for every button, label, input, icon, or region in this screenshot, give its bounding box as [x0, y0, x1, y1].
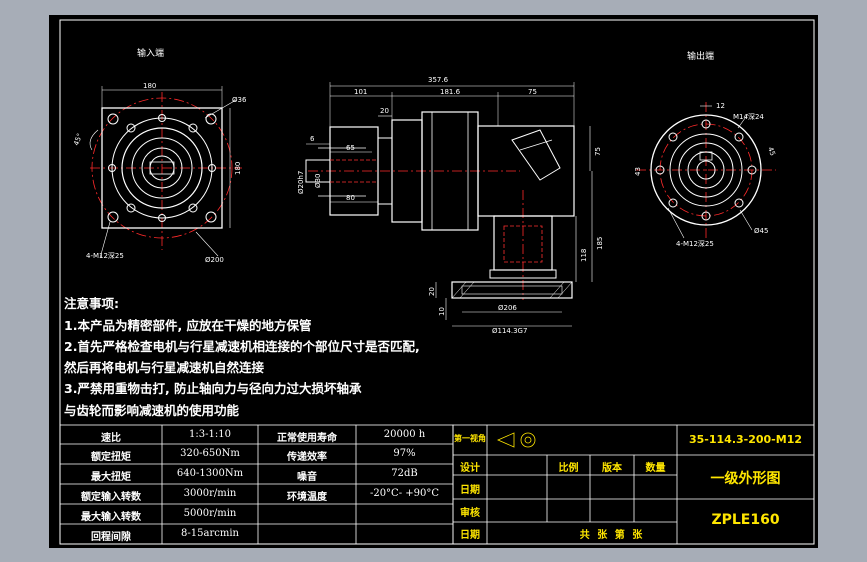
spec-cell-value2: 97% — [393, 448, 416, 459]
side-d10-dim: 10 — [438, 307, 446, 316]
quantity-label: 数量 — [645, 463, 666, 474]
spec-cell-label: 回程间隙 — [91, 532, 131, 543]
spec-cell-label: 速比 — [101, 433, 121, 444]
side-bore2-dim: Ø30 — [314, 174, 322, 188]
input-pcd-dim: Ø200 — [205, 256, 224, 264]
side-d75v-dim: 75 — [594, 147, 602, 156]
note-line-1: 1.本产品为精密部件, 应放在干燥的地方保管 — [64, 318, 312, 333]
scale-label: 比例 — [558, 463, 579, 474]
side-d185-dim: 185 — [596, 237, 604, 250]
output-d45-dim: 45 — [766, 146, 777, 157]
spec-cell-label: 最大扭矩 — [91, 472, 131, 483]
spec-cell-label: 额定扭矩 — [91, 452, 131, 463]
note-line-5: 与齿轮而影响减速机的使用功能 — [64, 403, 240, 418]
spec-cell-label2: 噪音 — [297, 472, 317, 483]
side-d20b-dim: 20 — [428, 287, 436, 296]
note-line-2: 2.首先严格检查电机与行星减速机相连接的个部位尺寸是否匹配, — [64, 339, 420, 354]
input-bolts-dim: 4-M12深25 — [86, 251, 124, 260]
spec-cell-value: 8-15arcmin — [181, 528, 239, 539]
spec-cell-value: 3000r/min — [183, 488, 237, 499]
drawing-number: 35-114.3-200-M12 — [688, 433, 802, 446]
side-overall-dim: 357.6 — [428, 76, 449, 84]
design-label: 设计 — [460, 463, 480, 474]
spec-cell-value: 1:3-1:10 — [189, 429, 231, 440]
spec-cell-label2: 传递效率 — [287, 452, 327, 463]
spec-cell-value: 640-1300Nm — [176, 468, 244, 479]
spec-cell-value: 320-650Nm — [180, 448, 240, 459]
spec-cell-value2: -20°C- +90°C — [369, 488, 440, 499]
output-bolts-dim: 4-M12深25 — [676, 239, 714, 248]
output-d12-dim: 12 — [716, 102, 725, 110]
side-d101-dim: 101 — [354, 88, 367, 96]
model-number: ZPLE160 — [711, 512, 780, 528]
input-end-view: 180 180 Ø36 Ø200 4-M12深25 45° — [72, 82, 247, 264]
side-d80-dim: 80 — [346, 194, 355, 202]
input-end-label: 输入端 — [137, 49, 165, 59]
input-hole-dim: Ø36 — [232, 96, 247, 104]
side-bore-dim: Ø20h7 — [297, 171, 305, 194]
projection-label: 第一视角 — [454, 434, 486, 443]
spec-cell-label: 额定输入转数 — [81, 492, 141, 503]
output-d43-dim: 43 — [634, 167, 642, 176]
output-end-label: 输出端 — [687, 52, 715, 62]
spec-cell-value2: 20000 h — [383, 429, 426, 440]
note-line-3: 然后再将电机与行星减速机自然连接 — [64, 360, 265, 375]
input-width-dim: 180 — [143, 82, 156, 90]
spec-cell-label: 最大输入转数 — [81, 512, 141, 523]
side-d181-dim: 181.6 — [440, 88, 461, 96]
side-d65-dim: 65 — [346, 144, 355, 152]
review-label: 审核 — [460, 508, 480, 519]
output-tap-dim: M14深24 — [733, 112, 764, 121]
side-view: 357.6 101 181.6 75 20 6 65 80 Ø20h7 Ø30 … — [297, 76, 604, 335]
sheet-count-label: 共 张 第 张 — [579, 530, 645, 541]
side-base-dim: Ø206 — [498, 304, 517, 312]
spec-cell-label2: 环境温度 — [287, 492, 327, 503]
drawing-border — [59, 19, 815, 545]
output-pcd-dim: Ø45 — [754, 227, 768, 235]
side-d20-dim: 20 — [380, 107, 389, 115]
input-angle-dim: 45° — [72, 132, 84, 146]
spec-cell-label2: 正常使用寿命 — [277, 433, 337, 444]
side-base2-dim: Ø114.3G7 — [492, 327, 527, 335]
drawing-title: 一级外形图 — [710, 471, 781, 487]
version-label: 版本 — [602, 463, 622, 474]
spec-cell-value: 5000r/min — [183, 508, 237, 519]
note-line-4: 3.严禁用重物击打, 防止轴向力与径向力过大损坏轴承 — [64, 381, 362, 396]
spec-cell-value2: 72dB — [391, 468, 418, 479]
side-d75-dim: 75 — [528, 88, 537, 96]
date-label-1: 日期 — [460, 485, 480, 496]
output-end-view: 12 M14深24 43 45 Ø45 4-M12深25 — [634, 102, 777, 248]
date-label-2: 日期 — [460, 530, 480, 541]
side-d6-dim: 6 — [310, 135, 315, 143]
input-height-dim: 180 — [234, 162, 242, 175]
side-d118-dim: 118 — [580, 249, 588, 262]
notes-title: 注意事项: — [64, 296, 119, 311]
